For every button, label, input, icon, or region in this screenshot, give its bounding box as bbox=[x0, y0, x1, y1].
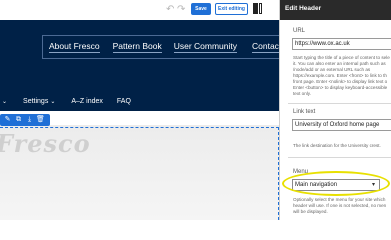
editor-toolbar: ↶ ↷ Save Exit editing bbox=[0, 0, 279, 20]
nav-item-label: Settings bbox=[23, 97, 49, 105]
nav-item-label: FAQ bbox=[116, 97, 131, 105]
panel-header: Edit Header bbox=[280, 0, 391, 20]
menu-label: Menu bbox=[293, 169, 309, 175]
chevron-down-icon[interactable]: ▾ bbox=[372, 181, 380, 189]
link-about-fresco[interactable]: About Fresco bbox=[49, 41, 100, 53]
menu-select[interactable]: Main navigation bbox=[292, 179, 380, 191]
utility-links: About Fresco Pattern Book User Community… bbox=[42, 36, 279, 58]
nav-item-a-z-index[interactable]: A–Z index bbox=[71, 98, 103, 105]
link-text-help: The link destination for the University … bbox=[293, 143, 381, 148]
delete-icon[interactable]: 🗑 bbox=[35, 115, 46, 125]
link-pattern-book[interactable]: Pattern Book bbox=[112, 41, 162, 53]
nav-item-label: A–Z index bbox=[71, 97, 103, 105]
link-contact-us[interactable]: Contact us bbox=[252, 41, 279, 53]
url-help-line: text only. bbox=[293, 91, 312, 96]
save-button[interactable]: Save bbox=[191, 3, 211, 15]
url-label: URL bbox=[293, 28, 306, 34]
nav-item-settings[interactable]: Settings ⌄ bbox=[23, 98, 55, 105]
nav-item-first[interactable]: ⌄ bbox=[0, 98, 7, 105]
divider bbox=[288, 103, 391, 104]
exit-editing-button[interactable]: Exit editing bbox=[215, 3, 248, 15]
site-header: About Fresco Pattern Book User Community… bbox=[0, 20, 279, 111]
menu-help-line: will be displayed. bbox=[293, 209, 328, 214]
block-toolbar: ✎ ⧉ ⤓ 🗑 bbox=[0, 114, 50, 126]
nav-item-faq[interactable]: FAQ bbox=[117, 98, 131, 105]
copy-icon[interactable]: ⧉ bbox=[13, 115, 24, 125]
redo-icon[interactable]: ↷ bbox=[177, 5, 187, 15]
panel-title: Edit Header bbox=[285, 5, 322, 12]
download-icon[interactable]: ⤓ bbox=[24, 115, 35, 125]
chevron-down-icon: ⌄ bbox=[2, 98, 8, 105]
panel-toggle-icon[interactable] bbox=[253, 3, 262, 14]
link-text-label: Link text bbox=[293, 109, 316, 115]
selected-block-outline bbox=[0, 127, 279, 220]
link-user-community[interactable]: User Community bbox=[173, 41, 237, 53]
chevron-down-icon: ⌄ bbox=[50, 98, 56, 105]
link-text-input[interactable]: University of Oxford home page bbox=[292, 119, 391, 131]
site-preview: ↶ ↷ Save Exit editing About Fresco Patte… bbox=[0, 0, 279, 220]
edit-header-panel: Edit Header URL https://www.ox.ac.uk Sta… bbox=[279, 0, 391, 220]
undo-icon[interactable]: ↶ bbox=[166, 5, 176, 15]
main-navigation: ⌄ Settings ⌄ A–Z index FAQ bbox=[0, 90, 279, 112]
page-content: Fresco ✎ ⧉ ⤓ 🗑 bbox=[0, 111, 279, 220]
url-input[interactable]: https://www.ox.ac.uk bbox=[292, 38, 391, 50]
divider bbox=[288, 157, 391, 158]
edit-icon[interactable]: ✎ bbox=[2, 115, 13, 125]
